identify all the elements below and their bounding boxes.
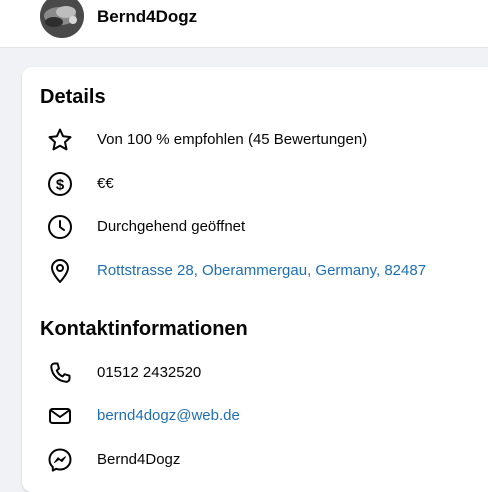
messenger-row[interactable]: Bernd4Dogz (46, 445, 486, 475)
hours-text: Durchgehend geöffnet (97, 218, 246, 235)
profile-name[interactable]: Bernd4Dogz (97, 7, 197, 27)
email-row[interactable]: bernd4dogz@web.de (46, 401, 486, 431)
svg-text:$: $ (56, 177, 65, 194)
location-pin-icon (46, 257, 74, 285)
mail-icon (46, 402, 74, 430)
messenger-text[interactable]: Bernd4Dogz (97, 451, 180, 468)
avatar[interactable] (40, 0, 84, 38)
contact-heading: Kontaktinformationen (40, 318, 248, 340)
phone-icon (46, 359, 74, 387)
price-text: €€ (97, 175, 114, 192)
price-row: $ €€ (46, 169, 486, 199)
phone-row: 01512 2432520 (46, 358, 486, 388)
hours-row: Durchgehend geöffnet (46, 212, 486, 242)
rating-text: Von 100 % empfohlen (45 Bewertungen) (97, 131, 368, 148)
clock-icon (46, 213, 74, 241)
star-icon (46, 126, 74, 154)
page-header: Bernd4Dogz (0, 0, 488, 48)
email-link[interactable]: bernd4dogz@web.de (97, 407, 240, 424)
phone-text: 01512 2432520 (97, 364, 202, 381)
dollar-circle-icon: $ (46, 170, 74, 198)
messenger-icon (46, 446, 74, 474)
address-row[interactable]: Rottstrasse 28, Oberammergau, Germany, 8… (46, 256, 486, 286)
address-link[interactable]: Rottstrasse 28, Oberammergau, Germany, 8… (97, 262, 426, 279)
rating-row: Von 100 % empfohlen (45 Bewertungen) (46, 125, 486, 155)
details-heading: Details (40, 86, 106, 108)
